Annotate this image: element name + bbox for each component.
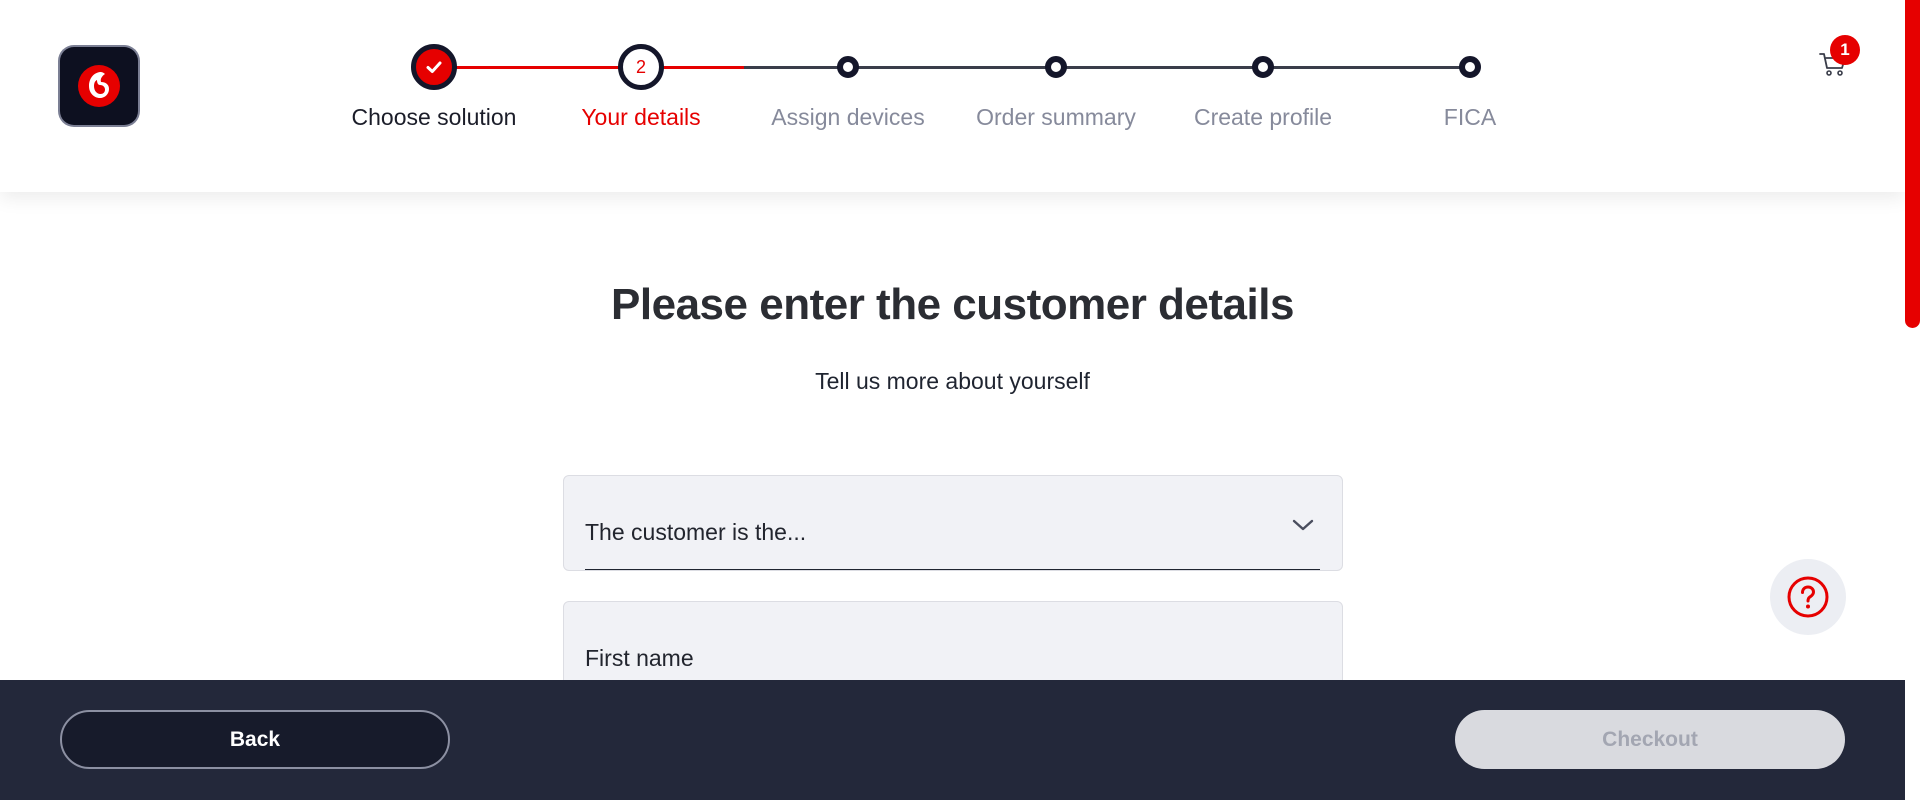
footer-bar: Back Checkout	[0, 680, 1905, 800]
help-question-icon	[1787, 576, 1829, 618]
checkout-button[interactable]: Checkout	[1455, 710, 1845, 769]
step-number: 2	[618, 44, 664, 90]
step-create-profile: Create profile	[1153, 44, 1373, 131]
header: Choose solution 2 Your details Assign de…	[0, 0, 1905, 192]
cart-count-badge: 1	[1830, 35, 1860, 65]
step-order-summary: Order summary	[946, 44, 1166, 131]
step-choose-solution[interactable]: Choose solution	[324, 44, 544, 131]
step-label: Your details	[581, 104, 701, 130]
step-marker	[837, 56, 859, 78]
step-label: Order summary	[976, 104, 1136, 130]
step-marker	[1459, 56, 1481, 78]
step-label: Choose solution	[351, 104, 517, 130]
step-fica: FICA	[1360, 44, 1580, 131]
help-button[interactable]	[1770, 559, 1846, 635]
step-assign-devices: Assign devices	[738, 44, 958, 131]
step-label: FICA	[1443, 104, 1497, 130]
step-complete-marker	[411, 44, 457, 90]
step-your-details[interactable]: 2 Your details	[531, 44, 751, 131]
scrollbar-thumb[interactable]	[1905, 0, 1920, 328]
field-underline	[585, 569, 1320, 570]
back-button[interactable]: Back	[60, 710, 450, 769]
page-subtitle: Tell us more about yourself	[815, 368, 1090, 394]
customer-type-select[interactable]: The customer is the...	[563, 475, 1343, 571]
progress-stepper: Choose solution 2 Your details Assign de…	[0, 0, 1905, 192]
step-label: Assign devices	[771, 104, 925, 130]
chevron-down-icon	[1292, 519, 1314, 531]
first-name-label: First name	[585, 645, 694, 671]
page-title: Please enter the customer details	[611, 280, 1294, 329]
step-marker	[1252, 56, 1274, 78]
step-marker	[1045, 56, 1067, 78]
check-icon	[426, 61, 442, 73]
step-label: Create profile	[1193, 104, 1333, 130]
select-placeholder: The customer is the...	[585, 519, 807, 545]
